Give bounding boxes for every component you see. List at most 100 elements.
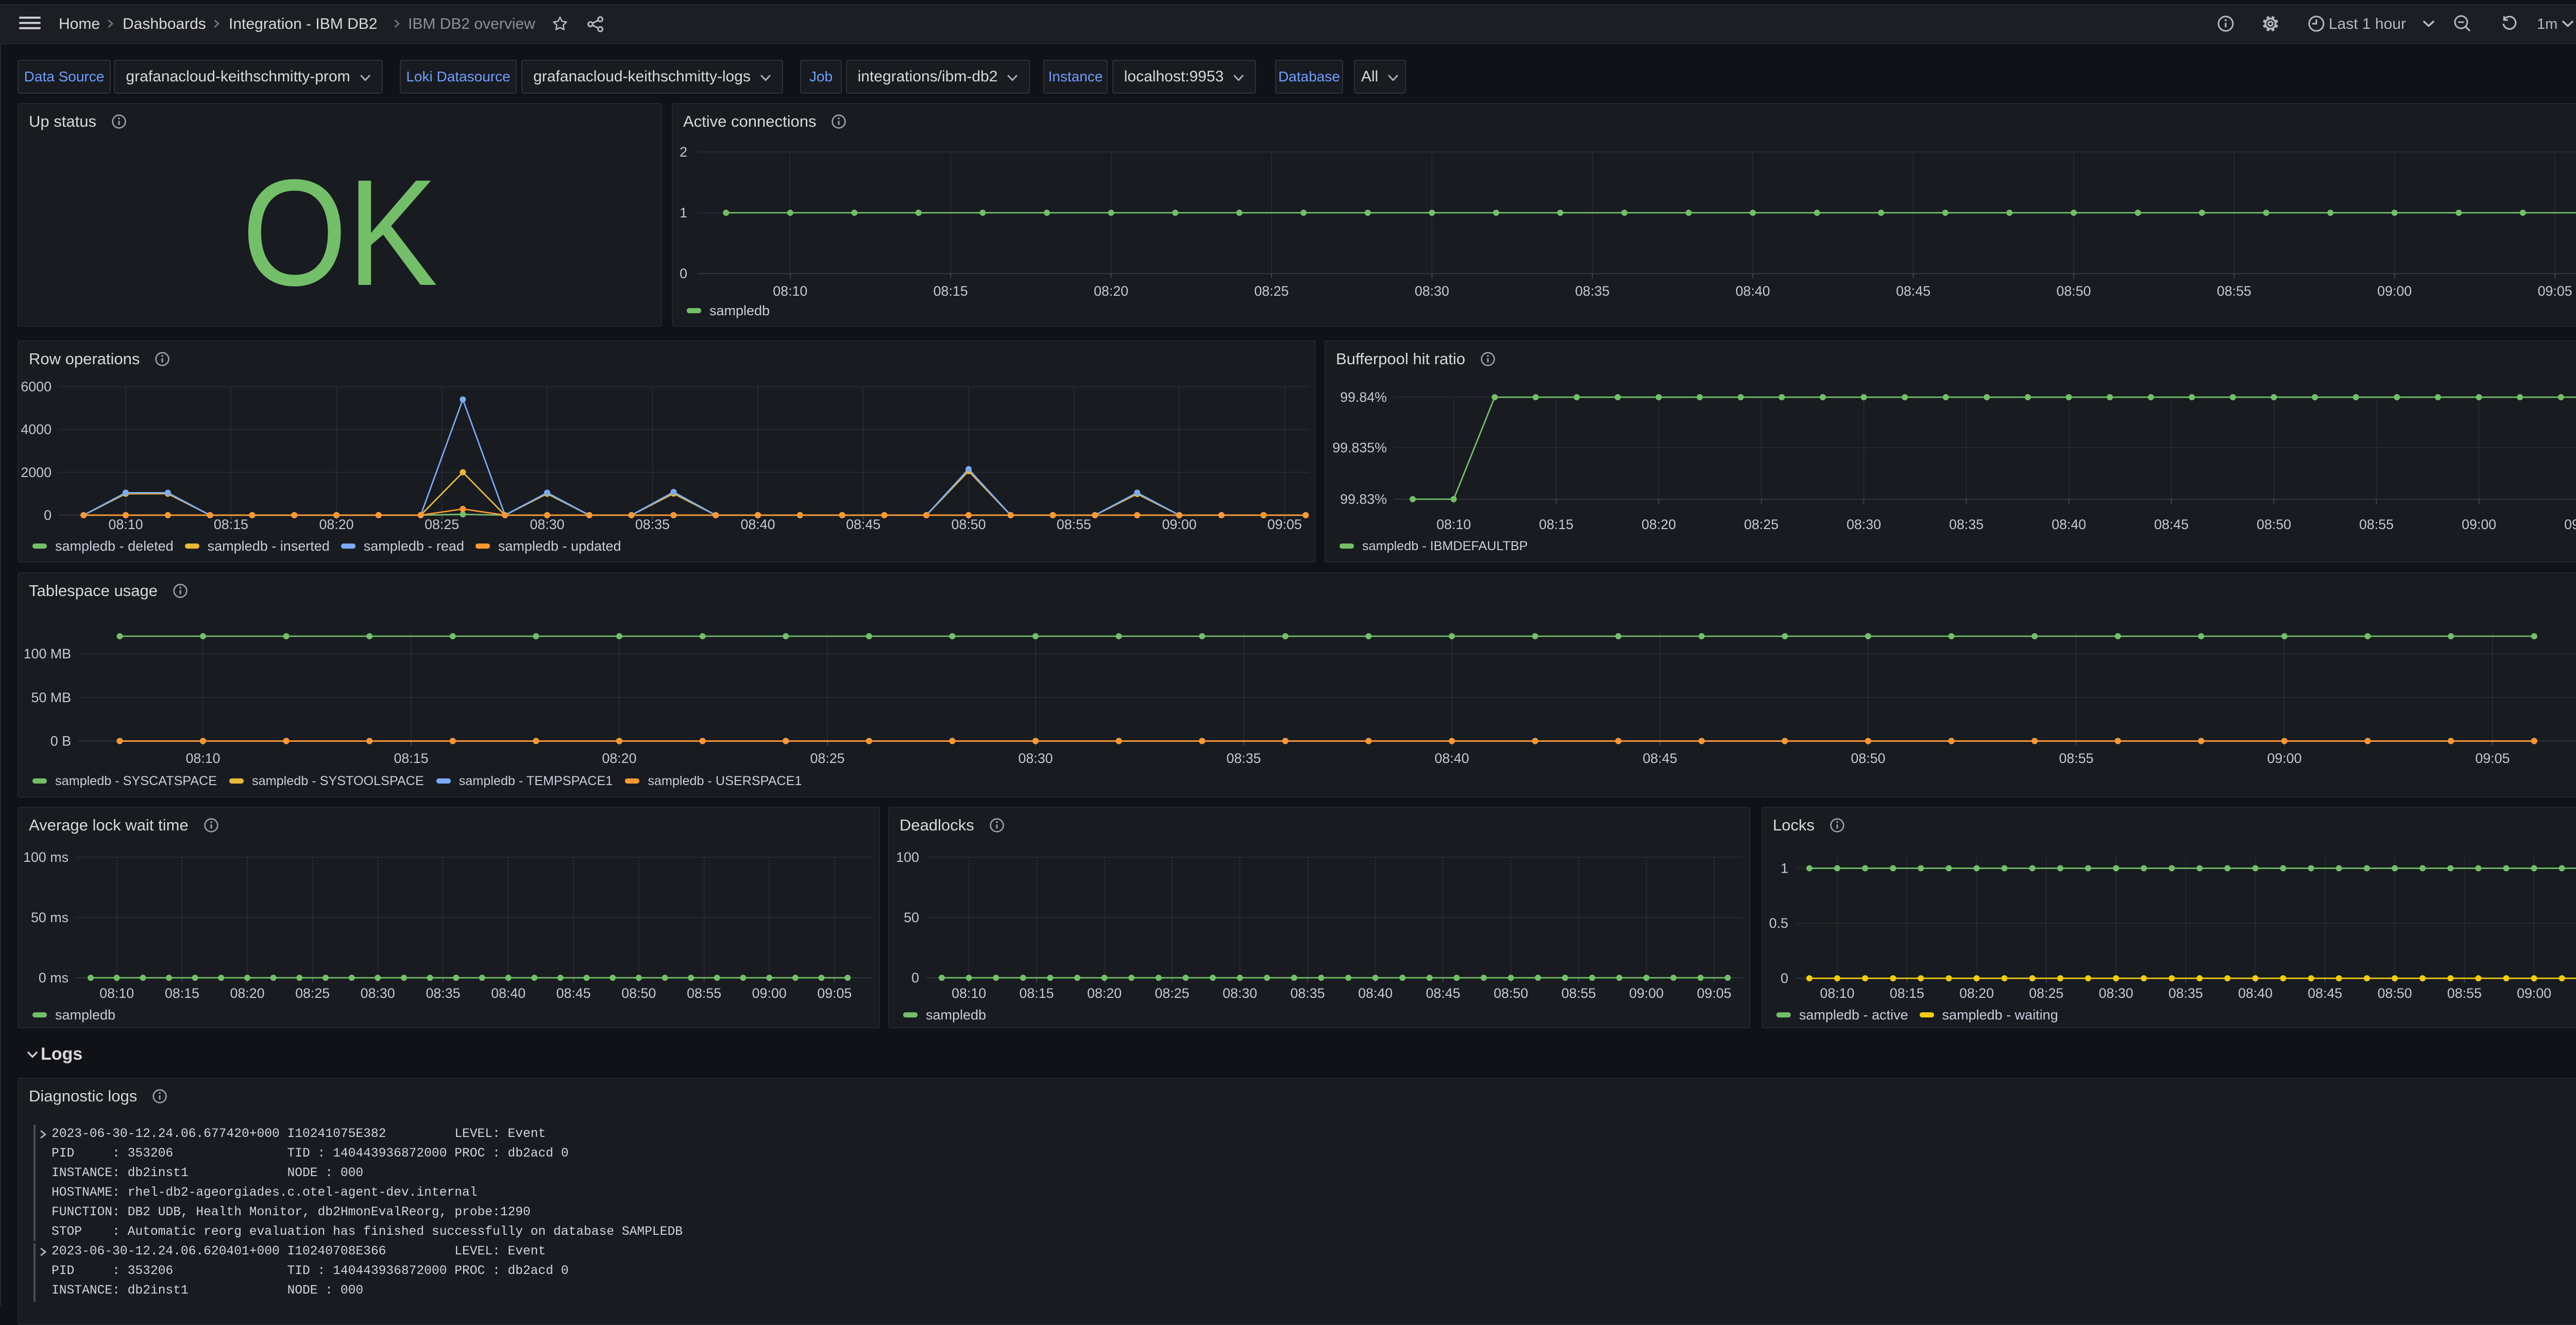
svg-text:100: 100 bbox=[896, 850, 919, 865]
svg-text:08:25: 08:25 bbox=[425, 517, 459, 532]
svg-text:08:30: 08:30 bbox=[530, 517, 564, 532]
svg-text:09:00: 09:00 bbox=[2517, 986, 2551, 1001]
svg-text:99.835%: 99.835% bbox=[1332, 440, 1387, 455]
svg-text:08:15: 08:15 bbox=[1019, 986, 1054, 1001]
svg-text:08:30: 08:30 bbox=[1846, 517, 1881, 532]
svg-text:08:55: 08:55 bbox=[2359, 517, 2394, 532]
svg-text:08:40: 08:40 bbox=[1358, 986, 1393, 1001]
svg-text:08:10: 08:10 bbox=[952, 986, 986, 1001]
svg-text:08:35: 08:35 bbox=[1226, 751, 1261, 766]
svg-text:08:20: 08:20 bbox=[1959, 986, 1994, 1001]
svg-text:99.83%: 99.83% bbox=[1340, 491, 1387, 507]
svg-text:08:50: 08:50 bbox=[621, 986, 656, 1001]
svg-text:08:40: 08:40 bbox=[2238, 986, 2273, 1001]
svg-text:09:00: 09:00 bbox=[2267, 751, 2301, 766]
svg-text:08:25: 08:25 bbox=[2029, 986, 2063, 1001]
svg-text:08:45: 08:45 bbox=[1642, 751, 1677, 766]
svg-text:08:20: 08:20 bbox=[319, 517, 353, 532]
svg-text:08:40: 08:40 bbox=[2052, 517, 2086, 532]
svg-text:09:00: 09:00 bbox=[1162, 517, 1196, 532]
svg-text:08:35: 08:35 bbox=[1575, 283, 1609, 299]
svg-text:08:45: 08:45 bbox=[846, 517, 880, 532]
svg-text:08:40: 08:40 bbox=[1736, 283, 1770, 299]
svg-text:09:05: 09:05 bbox=[2475, 751, 2510, 766]
svg-text:08:50: 08:50 bbox=[1494, 986, 1528, 1001]
svg-text:08:20: 08:20 bbox=[230, 986, 264, 1001]
svg-text:08:35: 08:35 bbox=[2168, 986, 2203, 1001]
svg-text:08:10: 08:10 bbox=[1436, 517, 1471, 532]
svg-text:08:25: 08:25 bbox=[1254, 283, 1289, 299]
svg-text:08:10: 08:10 bbox=[108, 517, 143, 532]
svg-text:08:20: 08:20 bbox=[1641, 517, 1676, 532]
svg-text:08:10: 08:10 bbox=[185, 751, 220, 766]
svg-text:08:40: 08:40 bbox=[491, 986, 526, 1001]
svg-text:08:45: 08:45 bbox=[556, 986, 591, 1001]
svg-text:0 B: 0 B bbox=[50, 733, 71, 749]
svg-text:08:15: 08:15 bbox=[394, 751, 428, 766]
svg-text:08:30: 08:30 bbox=[1415, 283, 1449, 299]
svg-text:09:05: 09:05 bbox=[2564, 517, 2576, 532]
svg-text:0: 0 bbox=[1781, 971, 1788, 986]
svg-text:08:15: 08:15 bbox=[1890, 986, 1924, 1001]
svg-text:08:50: 08:50 bbox=[1851, 751, 1885, 766]
svg-text:08:30: 08:30 bbox=[361, 986, 395, 1001]
svg-text:08:10: 08:10 bbox=[773, 283, 807, 299]
svg-text:08:10: 08:10 bbox=[1820, 986, 1854, 1001]
svg-text:08:45: 08:45 bbox=[2308, 986, 2342, 1001]
svg-text:08:35: 08:35 bbox=[1290, 986, 1325, 1001]
svg-text:08:55: 08:55 bbox=[687, 986, 721, 1001]
svg-text:50 MB: 50 MB bbox=[31, 690, 71, 705]
svg-text:09:00: 09:00 bbox=[2462, 517, 2496, 532]
svg-text:08:55: 08:55 bbox=[1562, 986, 1596, 1001]
svg-text:08:15: 08:15 bbox=[1539, 517, 1573, 532]
svg-text:09:05: 09:05 bbox=[1697, 986, 1732, 1001]
svg-text:0.5: 0.5 bbox=[1769, 915, 1788, 931]
svg-text:09:00: 09:00 bbox=[1629, 986, 1664, 1001]
svg-text:08:45: 08:45 bbox=[1896, 283, 1930, 299]
svg-text:08:50: 08:50 bbox=[2056, 283, 2091, 299]
svg-text:100 MB: 100 MB bbox=[24, 646, 71, 661]
svg-text:08:30: 08:30 bbox=[2099, 986, 2133, 1001]
svg-text:08:20: 08:20 bbox=[1094, 283, 1128, 299]
svg-text:100 ms: 100 ms bbox=[23, 850, 69, 865]
svg-text:0 ms: 0 ms bbox=[39, 970, 69, 986]
svg-text:0: 0 bbox=[911, 970, 919, 986]
svg-text:08:45: 08:45 bbox=[1426, 986, 1460, 1001]
svg-text:08:20: 08:20 bbox=[602, 751, 636, 766]
svg-text:08:35: 08:35 bbox=[635, 517, 670, 532]
svg-text:0: 0 bbox=[44, 507, 52, 523]
svg-text:08:15: 08:15 bbox=[165, 986, 199, 1001]
svg-text:2000: 2000 bbox=[21, 465, 52, 480]
svg-text:08:40: 08:40 bbox=[1434, 751, 1469, 766]
svg-text:2: 2 bbox=[680, 144, 687, 160]
svg-text:0: 0 bbox=[680, 266, 687, 281]
svg-text:08:35: 08:35 bbox=[426, 986, 460, 1001]
svg-text:6000: 6000 bbox=[21, 379, 52, 394]
svg-text:08:40: 08:40 bbox=[740, 517, 775, 532]
svg-text:08:20: 08:20 bbox=[1087, 986, 1122, 1001]
svg-text:4000: 4000 bbox=[21, 422, 52, 437]
svg-text:09:05: 09:05 bbox=[817, 986, 852, 1001]
svg-text:08:55: 08:55 bbox=[2059, 751, 2093, 766]
svg-text:08:15: 08:15 bbox=[934, 283, 968, 299]
svg-text:08:15: 08:15 bbox=[214, 517, 248, 532]
svg-text:08:25: 08:25 bbox=[295, 986, 330, 1001]
svg-text:08:50: 08:50 bbox=[2257, 517, 2291, 532]
svg-text:99.84%: 99.84% bbox=[1340, 389, 1387, 405]
svg-text:09:00: 09:00 bbox=[2377, 283, 2412, 299]
svg-text:08:55: 08:55 bbox=[1057, 517, 1091, 532]
svg-text:08:25: 08:25 bbox=[1744, 517, 1778, 532]
svg-text:09:00: 09:00 bbox=[752, 986, 787, 1001]
svg-text:08:50: 08:50 bbox=[951, 517, 986, 532]
svg-text:08:35: 08:35 bbox=[1949, 517, 1984, 532]
svg-text:08:55: 08:55 bbox=[2217, 283, 2251, 299]
svg-text:08:25: 08:25 bbox=[810, 751, 844, 766]
svg-text:08:45: 08:45 bbox=[2154, 517, 2189, 532]
svg-text:08:50: 08:50 bbox=[2378, 986, 2412, 1001]
svg-text:1: 1 bbox=[1781, 860, 1788, 876]
svg-text:08:30: 08:30 bbox=[1018, 751, 1053, 766]
svg-text:09:05: 09:05 bbox=[1267, 517, 1302, 532]
svg-text:08:30: 08:30 bbox=[1223, 986, 1257, 1001]
svg-text:50: 50 bbox=[904, 910, 919, 925]
svg-text:08:25: 08:25 bbox=[1155, 986, 1189, 1001]
